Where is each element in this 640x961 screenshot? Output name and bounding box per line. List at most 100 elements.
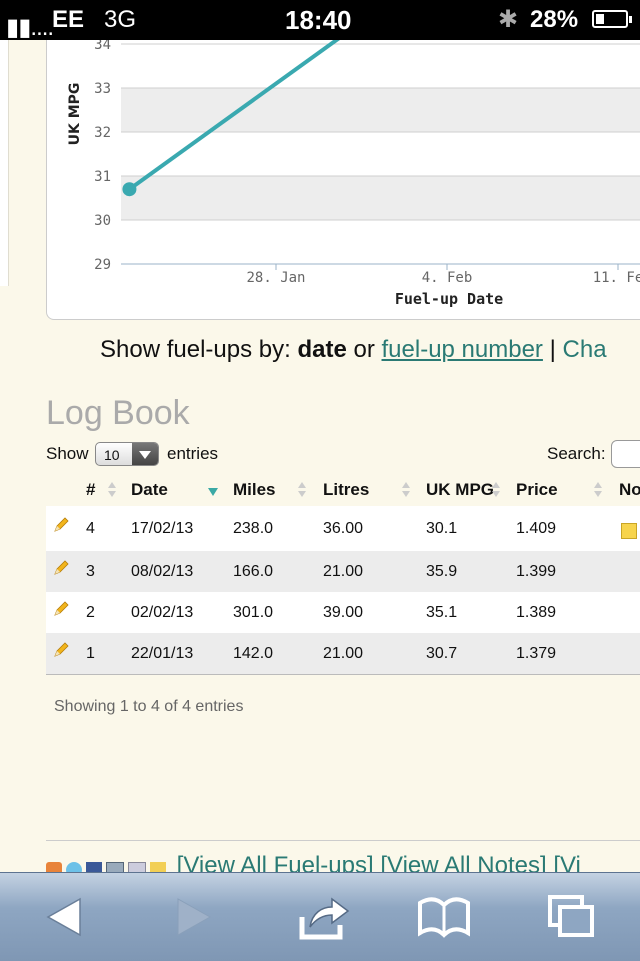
- left-panel-edge: [0, 40, 9, 286]
- x-tick-label: 11. Fe: [593, 270, 640, 286]
- browser-toolbar: [0, 872, 640, 961]
- sort-icon[interactable]: [402, 482, 410, 498]
- tabs-icon[interactable]: [540, 887, 600, 947]
- cell-num: 3: [86, 562, 95, 580]
- view-all-fuelups-link[interactable]: [View All Fuel-ups]: [177, 852, 374, 874]
- col-notes[interactable]: No: [619, 480, 640, 500]
- cell-date: 08/02/13: [131, 562, 194, 580]
- clock: 18:40: [285, 5, 352, 35]
- sort-icon[interactable]: [108, 482, 116, 498]
- show-by-label: Show fuel-ups by:: [100, 336, 291, 363]
- note-icon[interactable]: [621, 522, 637, 539]
- y-tick-label: 30: [94, 213, 111, 229]
- page-size-value: 10: [104, 447, 120, 463]
- sort-icon[interactable]: [492, 482, 500, 498]
- y-tick-label: 34: [94, 40, 111, 53]
- show-by-separator: |: [549, 336, 556, 363]
- search-input[interactable]: [611, 440, 640, 468]
- cell-price: 1.379: [516, 644, 557, 662]
- cell-mpg: 35.1: [426, 603, 458, 621]
- y-tick-label: 33: [94, 81, 111, 97]
- cell-miles: 301.0: [233, 603, 274, 621]
- signal-strength: ▮▮....: [6, 14, 54, 41]
- bookmarks-icon[interactable]: [414, 887, 474, 947]
- view-more-link[interactable]: [Vi: [553, 852, 581, 874]
- cell-litres: 21.00: [323, 562, 364, 580]
- col-num[interactable]: #: [86, 480, 95, 500]
- show-by-or: or: [353, 336, 375, 363]
- sort-icon[interactable]: [594, 482, 602, 498]
- cell-litres: 36.00: [323, 519, 364, 537]
- page-size-select[interactable]: 10: [95, 442, 159, 466]
- edit-pencil-icon[interactable]: [52, 600, 70, 618]
- cell-num: 1: [86, 644, 95, 662]
- cell-price: 1.409: [516, 519, 557, 537]
- y-tick-label: 29: [94, 257, 111, 273]
- col-litres[interactable]: Litres: [323, 480, 369, 500]
- edit-pencil-icon[interactable]: [52, 559, 70, 577]
- cell-litres: 39.00: [323, 603, 364, 621]
- show-by-current: date: [297, 336, 347, 363]
- cell-num: 4: [86, 519, 95, 537]
- show-by-line: Show fuel-ups by: date or fuel-up number…: [100, 336, 607, 364]
- cell-miles: 142.0: [233, 644, 274, 662]
- fuel-up-number-link[interactable]: fuel-up number: [382, 336, 543, 363]
- footer-links: [View All Fuel-ups] [View All Notes] [Vi: [46, 852, 640, 874]
- plot-band: [121, 44, 640, 88]
- forward-icon[interactable]: [162, 887, 222, 947]
- share-action-icon[interactable]: [294, 887, 354, 947]
- col-mpg[interactable]: UK MPG: [426, 480, 494, 500]
- col-miles[interactable]: Miles: [233, 480, 276, 500]
- cell-litres: 21.00: [323, 644, 364, 662]
- bluetooth-icon: ✱: [498, 6, 519, 33]
- data-point: [122, 182, 137, 197]
- cell-date: 17/02/13: [131, 519, 194, 537]
- table-row[interactable]: 4 17/02/13 238.0 36.00 30.1 1.409: [46, 506, 640, 551]
- cell-mpg: 35.9: [426, 562, 458, 580]
- log-book-title: Log Book: [46, 394, 190, 432]
- y-axis-label: UK MPG: [67, 83, 83, 146]
- cell-miles: 166.0: [233, 562, 274, 580]
- footer-divider: [46, 840, 640, 841]
- cell-num: 2: [86, 603, 95, 621]
- chart-link-cut[interactable]: Cha: [563, 336, 607, 363]
- chevron-down-icon: [132, 443, 158, 465]
- status-bar: ▮▮.... EE 3G 18:40 ✱ 28%: [0, 0, 640, 41]
- x-tick-label: 28. Jan: [246, 270, 305, 286]
- carrier-name: EE: [52, 6, 85, 33]
- mpg-chart: 29 30 31 32 33 34 28. Jan 4. Feb 11. Fe UK MPG Fue…: [46, 40, 640, 320]
- y-tick-label: 32: [94, 125, 111, 141]
- sort-icon[interactable]: [298, 482, 306, 498]
- battery-icon: [592, 10, 632, 28]
- edit-pencil-icon[interactable]: [52, 516, 70, 534]
- x-tick-label: 4. Feb: [422, 270, 473, 286]
- cell-mpg: 30.1: [426, 519, 458, 537]
- cell-date: 22/01/13: [131, 644, 194, 662]
- table-header: # Date Miles Litres UK MPG Price No: [46, 474, 640, 507]
- back-icon[interactable]: [36, 887, 96, 947]
- view-all-notes-link[interactable]: [View All Notes]: [380, 852, 546, 874]
- cell-mpg: 30.7: [426, 644, 458, 662]
- table-info: Showing 1 to 4 of 4 entries: [54, 698, 244, 715]
- cell-price: 1.389: [516, 603, 557, 621]
- table-bottom-border: [46, 674, 640, 675]
- plot-band: [121, 176, 640, 220]
- table-row[interactable]: 2 02/02/13 301.0 39.00 35.1 1.389: [46, 592, 640, 633]
- battery-percent: 28%: [530, 6, 579, 33]
- edit-pencil-icon[interactable]: [52, 641, 70, 659]
- col-price[interactable]: Price: [516, 480, 558, 500]
- battery-fill: [596, 14, 604, 24]
- show-label: Show: [46, 444, 89, 463]
- network-type: 3G: [104, 6, 137, 33]
- plot-band: [121, 88, 640, 132]
- table-row[interactable]: 3 08/02/13 166.0 21.00 35.9 1.399: [46, 551, 640, 592]
- plot-band: [121, 220, 640, 264]
- cell-price: 1.399: [516, 562, 557, 580]
- entries-label: entries: [167, 444, 219, 463]
- chart-svg: 29 30 31 32 33 34 28. Jan 4. Feb 11. Fe UK MPG Fue…: [67, 40, 640, 308]
- table-row[interactable]: 1 22/01/13 142.0 21.00 30.7 1.379: [46, 633, 640, 674]
- col-date[interactable]: Date: [131, 480, 168, 500]
- sort-desc-icon[interactable]: [208, 488, 218, 496]
- y-tick-label: 31: [94, 169, 111, 185]
- search-label: Search:: [547, 444, 606, 463]
